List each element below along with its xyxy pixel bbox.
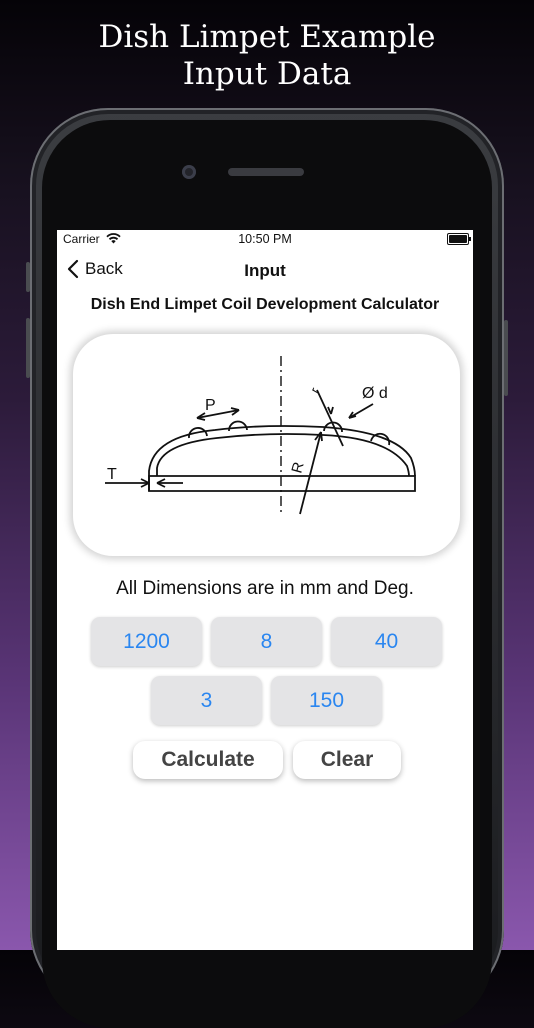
status-bar: Carrier 10:50 PM bbox=[57, 230, 473, 248]
input-field-1[interactable]: 1200 bbox=[91, 617, 202, 666]
phone-volume-up bbox=[26, 318, 30, 378]
diagram-label-diameter: Ø d bbox=[362, 385, 388, 402]
promo-headline-line1: Dish Limpet Example bbox=[98, 19, 436, 55]
app-screen: Carrier 10:50 PM Back Input Dish End Lim… bbox=[57, 230, 473, 950]
calculator-title: Dish End Limpet Coil Development Calcula… bbox=[90, 296, 440, 313]
battery-icon bbox=[447, 233, 471, 245]
calculate-button[interactable]: Calculate bbox=[133, 741, 283, 779]
diagram-label-thickness: T bbox=[107, 466, 117, 483]
front-camera bbox=[182, 165, 196, 179]
input-field-3[interactable]: 40 bbox=[331, 617, 442, 666]
clear-button[interactable]: Clear bbox=[293, 741, 401, 779]
phone-power-button bbox=[504, 320, 508, 396]
nav-title: Input bbox=[244, 261, 286, 280]
input-field-5[interactable]: 150 bbox=[271, 676, 382, 725]
diagram-label-knuckle-radius: r bbox=[307, 385, 321, 395]
input-field-4[interactable]: 3 bbox=[151, 676, 262, 725]
dish-limpet-diagram: P Ø d T R r bbox=[73, 334, 460, 556]
units-note: All Dimensions are in mm and Deg. bbox=[116, 578, 414, 599]
promo-headline-line2: Input Data bbox=[182, 56, 352, 92]
diagram-label-pitch: P bbox=[205, 397, 216, 414]
earpiece-speaker bbox=[228, 168, 304, 176]
input-field-2[interactable]: 8 bbox=[211, 617, 322, 666]
diagram-label-radius: R bbox=[288, 460, 307, 475]
dish-end-drawing: P Ø d T R r bbox=[105, 356, 416, 515]
navigation-bar: Back Input bbox=[57, 255, 473, 287]
phone-mute-switch bbox=[26, 262, 30, 292]
status-time: 10:50 PM bbox=[238, 232, 292, 246]
